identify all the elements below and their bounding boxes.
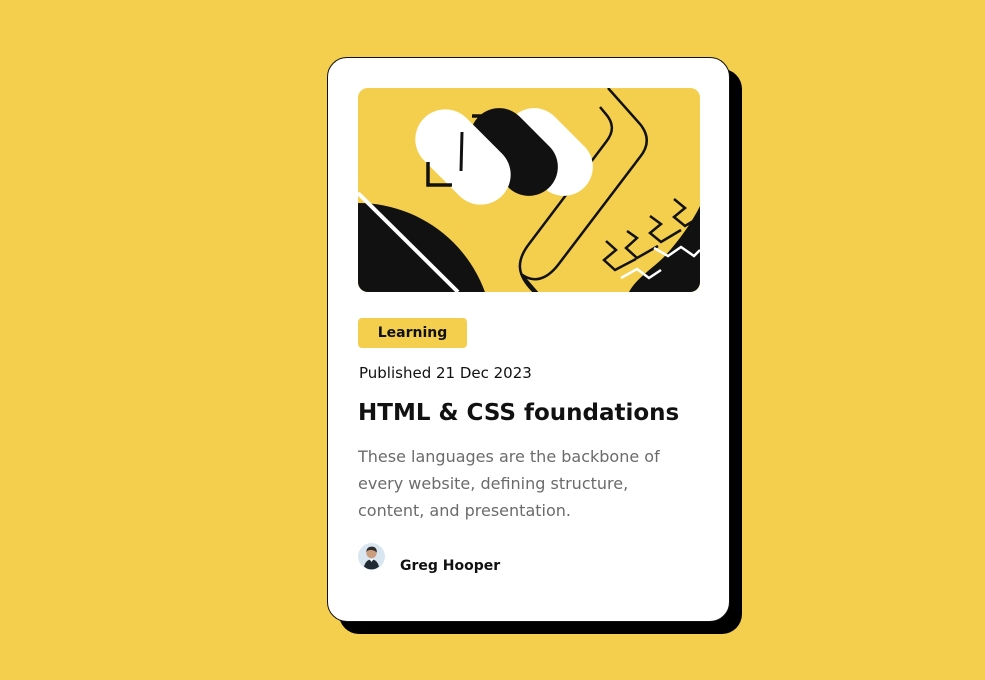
- published-date: Published 21 Dec 2023: [359, 364, 532, 382]
- author-name: Greg Hooper: [400, 558, 501, 574]
- blog-preview-card: Learning Published 21 Dec 2023 HTML & CS…: [327, 57, 730, 622]
- card-title[interactable]: HTML & CSS foundations: [358, 398, 679, 428]
- author-section: Greg Hooper: [358, 543, 538, 577]
- card-description: These languages are the backbone of ever…: [358, 447, 660, 520]
- category-badge: Learning: [358, 318, 467, 348]
- hero-illustration: [358, 88, 700, 292]
- author-avatar: [358, 543, 385, 570]
